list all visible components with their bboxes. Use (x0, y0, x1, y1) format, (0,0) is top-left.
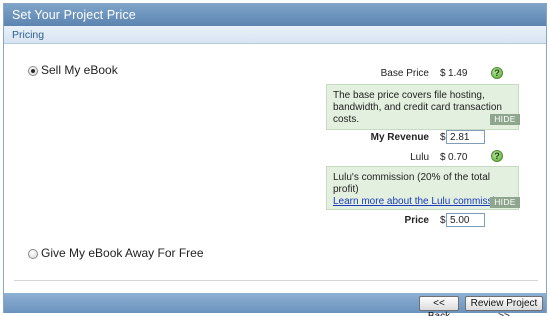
base-price-hide-button[interactable]: HIDE (490, 114, 520, 125)
lulu-help-icon[interactable]: ? (491, 150, 503, 162)
base-price-info-text: The base price covers file hosting, band… (333, 90, 502, 125)
lulu-info-text: Lulu's commission (20% of the total prof… (333, 172, 490, 195)
section-divider (14, 280, 538, 281)
free-ebook-radio[interactable] (28, 249, 38, 259)
base-price-help-icon[interactable]: ? (491, 67, 503, 79)
sell-ebook-label[interactable]: Sell My eBook (41, 63, 118, 77)
price-label: Price (404, 215, 429, 226)
sell-ebook-radio[interactable] (28, 66, 38, 76)
base-price-value: 1.49 (448, 68, 468, 79)
back-button[interactable]: << Back (419, 296, 459, 316)
base-price-currency: $ (440, 68, 446, 79)
pricing-section-header: Pricing (4, 26, 546, 44)
free-ebook-label[interactable]: Give My eBook Away For Free (41, 246, 204, 260)
revenue-input[interactable] (446, 130, 485, 144)
price-input[interactable] (446, 213, 485, 227)
review-project-button[interactable]: Review Project >> (465, 296, 543, 316)
dialog-window: Set Your Project Price Pricing Sell My e… (3, 3, 547, 316)
lulu-hide-button[interactable]: HIDE (490, 197, 520, 208)
lulu-commission-value: 0.70 (448, 152, 468, 163)
revenue-label: My Revenue (370, 132, 429, 143)
lulu-commission-link[interactable]: Learn more about the Lulu commission (333, 196, 506, 207)
base-price-label: Base Price (380, 68, 429, 79)
revenue-currency: $ (440, 132, 446, 143)
lulu-commission-label: Lulu (410, 152, 429, 163)
window-title: Set Your Project Price (4, 4, 546, 26)
footer-bar: << Back Review Project >> (4, 293, 546, 316)
price-currency: $ (440, 215, 446, 226)
lulu-currency: $ (440, 152, 446, 163)
